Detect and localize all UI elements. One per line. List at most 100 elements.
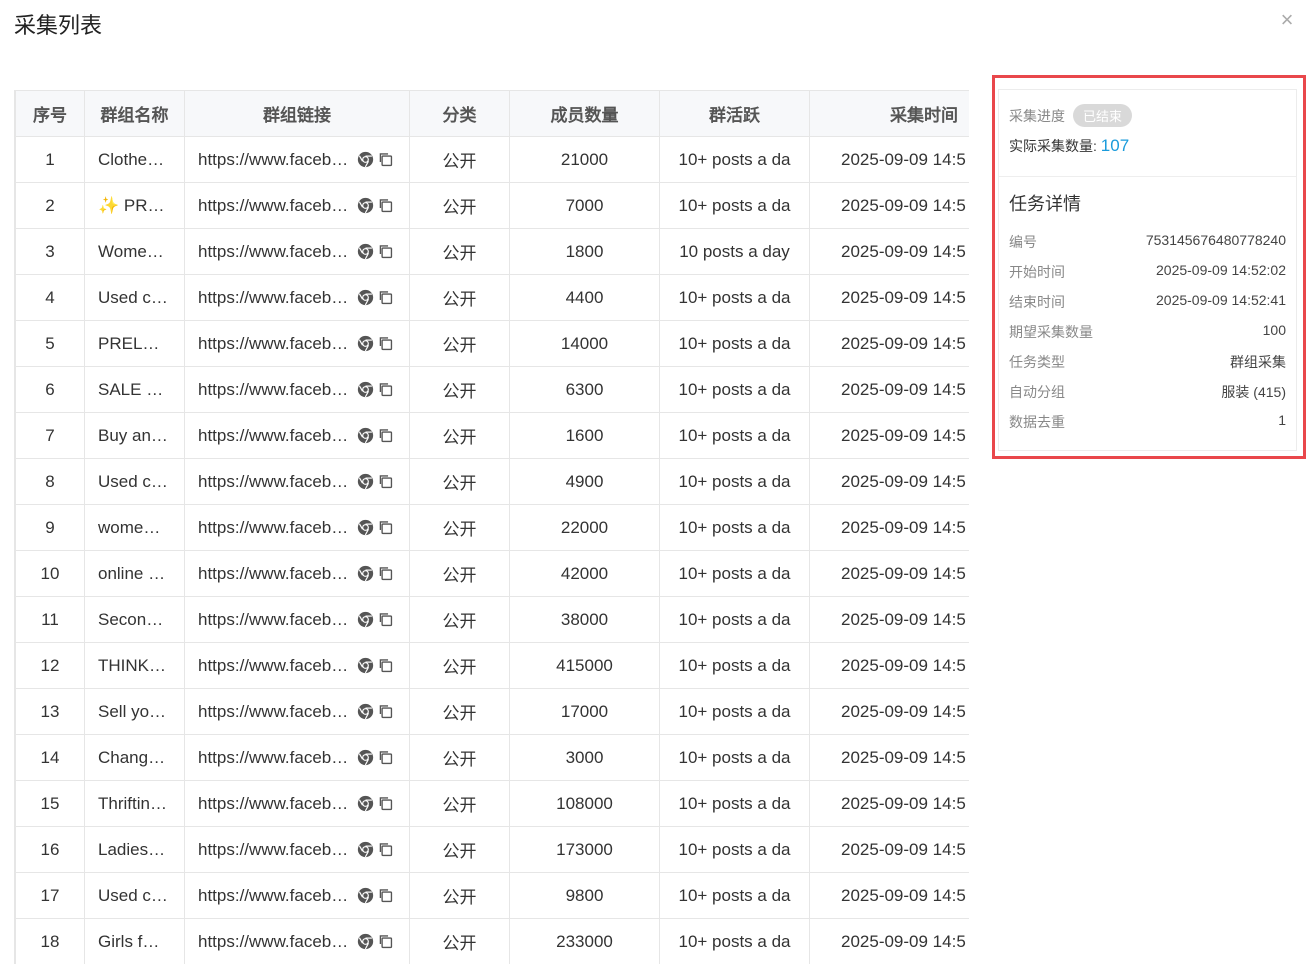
table-row[interactable]: 1 Clothe… https://www.faceb… 公开 21000 10+ pos… [15, 136, 969, 183]
group-link[interactable]: https://www.faceb… [198, 794, 354, 814]
group-link[interactable]: https://www.faceb… [198, 610, 354, 630]
cell-category: 公开 [409, 366, 510, 413]
chrome-icon[interactable] [357, 381, 374, 398]
header-category: 分类 [409, 90, 510, 137]
table-row[interactable]: 13 Sell yo… https://www.faceb… 公开 17000 10+ p… [15, 688, 969, 735]
chrome-icon[interactable] [357, 151, 374, 168]
table-row[interactable]: 11 Secon… https://www.faceb… 公开 38000 10+ pos… [15, 596, 969, 643]
chrome-icon[interactable] [357, 565, 374, 582]
cell-members: 21000 [509, 136, 660, 183]
cell-activity: 10+ posts a da [659, 182, 810, 229]
table-row[interactable]: 6 SALE … https://www.faceb… 公开 6300 10+ posts… [15, 366, 969, 413]
copy-icon[interactable] [377, 749, 394, 766]
detail-title: 任务详情 [1009, 194, 1081, 214]
copy-icon[interactable] [377, 887, 394, 904]
table-row[interactable]: 9 wome… https://www.faceb… 公开 22000 10+ posts… [15, 504, 969, 551]
group-link[interactable]: https://www.faceb… [198, 840, 354, 860]
chrome-icon[interactable] [357, 841, 374, 858]
cell-index: 15 [15, 780, 85, 827]
copy-icon[interactable] [377, 841, 394, 858]
copy-icon[interactable] [377, 289, 394, 306]
chrome-icon[interactable] [357, 703, 374, 720]
group-link[interactable]: https://www.faceb… [198, 518, 354, 538]
chrome-icon[interactable] [357, 795, 374, 812]
table-row[interactable]: 5 PREL… https://www.faceb… 公开 14000 10+ posts… [15, 320, 969, 367]
copy-icon[interactable] [377, 565, 394, 582]
detail-value: 1 [1278, 412, 1286, 428]
progress-row: 采集进度 已结束 [1009, 104, 1133, 127]
cell-name: Used c… [84, 872, 185, 919]
table-row[interactable]: 18 Girls f… https://www.faceb… 公开 233000 10+ … [15, 918, 969, 964]
chrome-icon[interactable] [357, 749, 374, 766]
cell-link: https://www.faceb… [184, 366, 410, 413]
chrome-icon[interactable] [357, 657, 374, 674]
chrome-icon[interactable] [357, 427, 374, 444]
chrome-icon[interactable] [357, 933, 374, 950]
copy-icon[interactable] [377, 473, 394, 490]
table-row[interactable]: 3 Wome… https://www.faceb… 公开 1800 10 posts a… [15, 228, 969, 275]
group-link[interactable]: https://www.faceb… [198, 656, 354, 676]
copy-icon[interactable] [377, 611, 394, 628]
cell-time: 2025-09-09 14:5 [809, 734, 969, 781]
table-row[interactable]: 12 THINK… https://www.faceb… 公开 415000 10+ po… [15, 642, 969, 689]
group-link[interactable]: https://www.faceb… [198, 196, 354, 216]
group-link[interactable]: https://www.faceb… [198, 932, 354, 952]
detail-value: 2025-09-09 14:52:41 [1156, 292, 1286, 308]
cell-time: 2025-09-09 14:5 [809, 550, 969, 597]
copy-icon[interactable] [377, 519, 394, 536]
group-link[interactable]: https://www.faceb… [198, 564, 354, 584]
copy-icon[interactable] [377, 427, 394, 444]
group-link[interactable]: https://www.faceb… [198, 380, 354, 400]
group-link[interactable]: https://www.faceb… [198, 702, 354, 722]
chrome-icon[interactable] [357, 335, 374, 352]
chrome-icon[interactable] [357, 519, 374, 536]
group-link[interactable]: https://www.faceb… [198, 288, 354, 308]
cell-time: 2025-09-09 14:5 [809, 458, 969, 505]
copy-icon[interactable] [377, 703, 394, 720]
cell-category: 公开 [409, 918, 510, 964]
copy-icon[interactable] [377, 197, 394, 214]
cell-time: 2025-09-09 14:5 [809, 136, 969, 183]
copy-icon[interactable] [377, 381, 394, 398]
table-row[interactable]: 2 ✨ PR… https://www.faceb… 公开 7000 10+ posts … [15, 182, 969, 229]
chrome-icon[interactable] [357, 243, 374, 260]
close-icon[interactable]: × [1276, 9, 1298, 31]
copy-icon[interactable] [377, 243, 394, 260]
chrome-icon[interactable] [357, 289, 374, 306]
chrome-icon[interactable] [357, 887, 374, 904]
group-link[interactable]: https://www.faceb… [198, 242, 354, 262]
group-link[interactable]: https://www.faceb… [198, 334, 354, 354]
chrome-icon[interactable] [357, 197, 374, 214]
cell-activity: 10+ posts a da [659, 918, 810, 964]
group-link[interactable]: https://www.faceb… [198, 472, 354, 492]
detail-value: 2025-09-09 14:52:02 [1156, 262, 1286, 278]
chrome-icon[interactable] [357, 473, 374, 490]
cell-index: 5 [15, 320, 85, 367]
group-link[interactable]: https://www.faceb… [198, 748, 354, 768]
table-row[interactable]: 15 Thriftin… https://www.faceb… 公开 108000 10+… [15, 780, 969, 827]
detail-key: 结束时间 [1009, 294, 1065, 310]
table-row[interactable]: 14 Chang… https://www.faceb… 公开 3000 10+ post… [15, 734, 969, 781]
table-row[interactable]: 4 Used c… https://www.faceb… 公开 4400 10+ post… [15, 274, 969, 321]
copy-icon[interactable] [377, 795, 394, 812]
table-row[interactable]: 16 Ladies… https://www.faceb… 公开 173000 10+ p… [15, 826, 969, 873]
copy-icon[interactable] [377, 151, 394, 168]
table-row[interactable]: 10 online … https://www.faceb… 公开 42000 10+ p… [15, 550, 969, 597]
copy-icon[interactable] [377, 933, 394, 950]
group-link[interactable]: https://www.faceb… [198, 886, 354, 906]
table-row[interactable]: 17 Used c… https://www.faceb… 公开 9800 10+ pos… [15, 872, 969, 919]
detail-key: 数据去重 [1009, 414, 1065, 430]
cell-index: 18 [15, 918, 85, 964]
copy-icon[interactable] [377, 335, 394, 352]
chrome-icon[interactable] [357, 611, 374, 628]
group-link[interactable]: https://www.faceb… [198, 426, 354, 446]
table-row[interactable]: 8 Used c… https://www.faceb… 公开 4900 10+ post… [15, 458, 969, 505]
table-row[interactable]: 7 Buy an… https://www.faceb… 公开 1600 10+ post… [15, 412, 969, 459]
cell-members: 22000 [509, 504, 660, 551]
group-link[interactable]: https://www.faceb… [198, 150, 354, 170]
cell-category: 公开 [409, 550, 510, 597]
cell-activity: 10+ posts a da [659, 596, 810, 643]
detail-row: 结束时间 2025-09-09 14:52:41 [1009, 292, 1286, 322]
cell-members: 38000 [509, 596, 660, 643]
copy-icon[interactable] [377, 657, 394, 674]
